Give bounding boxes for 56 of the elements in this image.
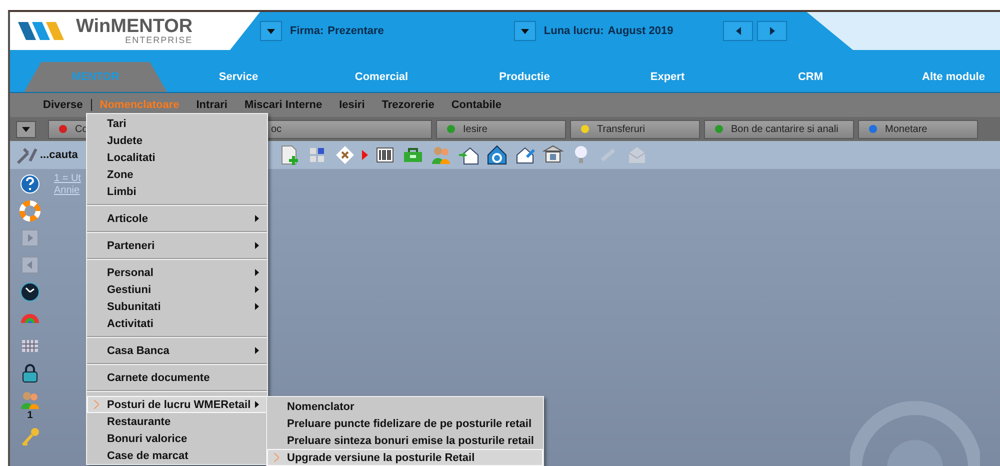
menu-bar-item[interactable]: Iesiri bbox=[330, 99, 373, 111]
menu-item[interactable]: Activitati bbox=[87, 315, 267, 332]
caret-icon bbox=[520, 28, 529, 34]
menu-bar-item[interactable]: Trezorerie bbox=[372, 99, 442, 111]
company-label: Firma: bbox=[290, 25, 324, 37]
menu-item[interactable]: Articole bbox=[87, 210, 267, 227]
menu-item[interactable]: Localitati bbox=[87, 149, 267, 166]
quick-tab[interactable]: Monetare bbox=[858, 120, 978, 138]
menu-bar-item[interactable]: Contabile bbox=[442, 99, 510, 111]
menu-item[interactable]: Zone bbox=[87, 166, 267, 183]
tools-icon[interactable] bbox=[16, 145, 38, 165]
menu-item[interactable]: Nomenclator bbox=[267, 398, 543, 415]
previous-month-button[interactable] bbox=[723, 21, 754, 41]
company-value: Prezentare bbox=[328, 25, 384, 37]
lifebuoy-icon[interactable] bbox=[19, 200, 41, 222]
menu-item[interactable]: Subunitati bbox=[87, 298, 267, 315]
menu-bar-item[interactable]: Intrari bbox=[187, 99, 236, 111]
menu-item[interactable]: Casa Banca bbox=[87, 342, 267, 359]
menu-item[interactable]: Upgrade versiune la posturile Retail bbox=[267, 449, 543, 466]
caret-icon bbox=[267, 28, 275, 34]
chevron-icon bbox=[94, 400, 99, 409]
menu-item[interactable]: Personal bbox=[87, 264, 267, 281]
quick-tabs-dropdown-button[interactable] bbox=[16, 120, 36, 138]
emblem-icon bbox=[850, 398, 980, 466]
menu-item[interactable]: Carnete documente bbox=[87, 369, 267, 386]
month-label: Luna lucru: bbox=[544, 25, 604, 37]
menu-item[interactable]: Parteneri bbox=[87, 237, 267, 254]
search-field[interactable]: ...cauta bbox=[40, 147, 88, 163]
quick-tab[interactable]: Bon de cantarire si anali bbox=[704, 120, 854, 138]
menu-item[interactable]: Preluare puncte fidelizare de pe posturile retail bbox=[267, 415, 543, 432]
clock-icon[interactable] bbox=[19, 281, 41, 303]
quick-tab[interactable]: Transferuri bbox=[570, 120, 700, 138]
menu-bar-item[interactable]: Diverse bbox=[34, 99, 91, 111]
menu-item[interactable]: Limbi bbox=[87, 183, 267, 200]
next-month-button[interactable] bbox=[757, 21, 788, 41]
menu-item[interactable]: Restaurante bbox=[87, 413, 267, 430]
help-icon[interactable] bbox=[19, 173, 41, 195]
house-refresh-icon[interactable] bbox=[486, 144, 508, 166]
menu-item[interactable]: Posturi de lucru WMERetail bbox=[87, 396, 267, 413]
right-arrow-icon bbox=[770, 27, 775, 35]
month-dropdown-button[interactable] bbox=[514, 21, 536, 41]
logo-name: WinMENTOR bbox=[76, 17, 193, 36]
menu-item[interactable]: Gestiuni bbox=[87, 281, 267, 298]
menu-item[interactable]: Bonuri valorice bbox=[87, 430, 267, 447]
menu-bar-item[interactable]: Miscari Interne bbox=[235, 99, 330, 111]
menu-item[interactable]: Case de marcat bbox=[87, 447, 267, 464]
quick-tab[interactable]: Iesire bbox=[436, 120, 566, 138]
chevron-icon bbox=[274, 453, 279, 462]
company-dropdown-button[interactable] bbox=[260, 21, 282, 41]
logo-edition: ENTERPRISE bbox=[125, 36, 193, 45]
caret-icon bbox=[22, 126, 30, 132]
users-count: 1 bbox=[27, 411, 33, 421]
month-value: August 2019 bbox=[608, 25, 674, 37]
left-arrow-icon bbox=[736, 27, 741, 35]
cancel-icon[interactable] bbox=[334, 144, 356, 166]
menu-item[interactable]: Preluare sinteza bonuri emise la posturile retail bbox=[267, 432, 543, 449]
